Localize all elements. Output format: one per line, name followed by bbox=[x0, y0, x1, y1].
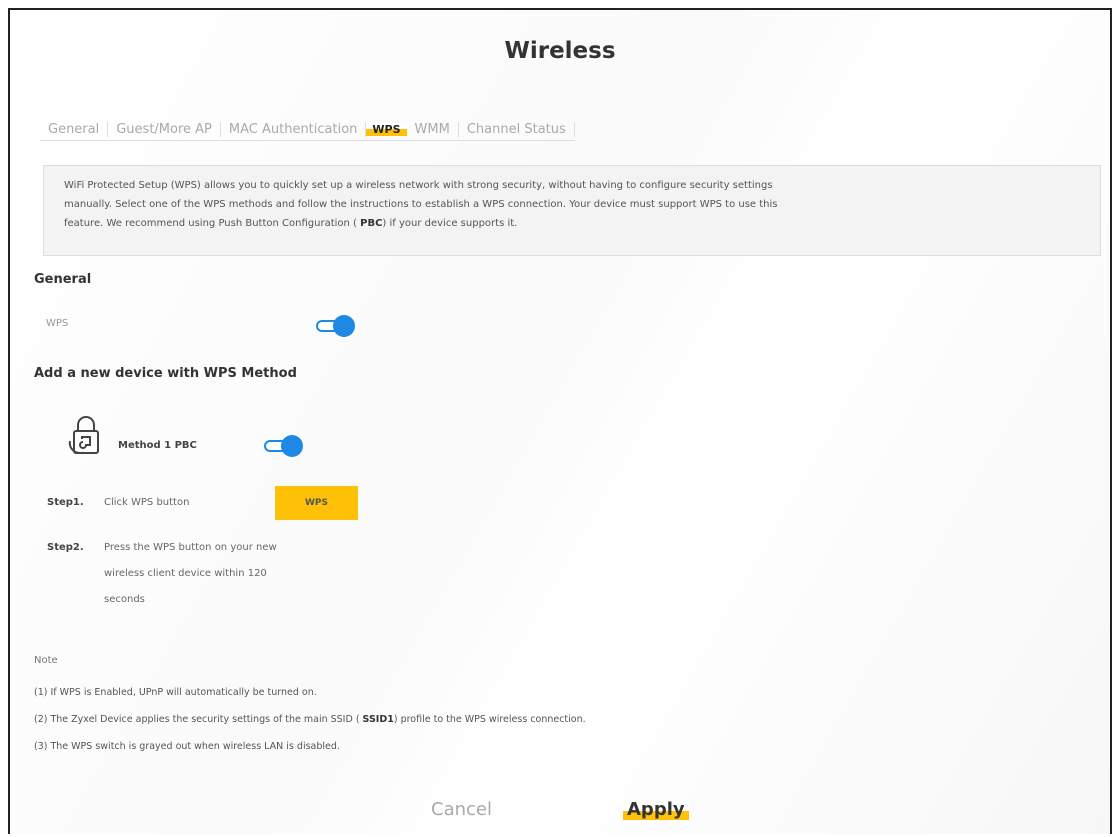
method-1-pbc-toggle[interactable] bbox=[264, 435, 304, 457]
method-1-pbc-label: Method 1 PBC bbox=[118, 440, 197, 451]
tab-general[interactable]: General bbox=[40, 122, 109, 137]
content-frame: Wireless General Guest/More AP MAC Authe… bbox=[8, 8, 1112, 834]
note-line-3: (3) The WPS switch is grayed out when wi… bbox=[34, 741, 340, 752]
general-heading: General bbox=[34, 272, 92, 287]
step2-text: Press the WPS button on your new wireles… bbox=[104, 542, 277, 605]
tab-mac-authentication[interactable]: MAC Authentication bbox=[221, 122, 367, 137]
tab-wmm[interactable]: WMM bbox=[407, 122, 459, 137]
tab-bar: General Guest/More AP MAC Authentication… bbox=[40, 122, 575, 141]
note-line-1: (1) If WPS is Enabled, UPnP will automat… bbox=[34, 687, 317, 698]
info-line: WiFi Protected Setup (WPS) allows you to… bbox=[64, 180, 773, 191]
wps-lock-icon bbox=[68, 416, 99, 455]
wps-label: WPS bbox=[46, 318, 69, 329]
info-line: manually. Select one of the WPS methods … bbox=[64, 199, 778, 210]
page-title: Wireless bbox=[504, 38, 616, 64]
info-line: feature. We recommend using Push Button … bbox=[64, 218, 518, 229]
add-device-heading: Add a new device with WPS Method bbox=[34, 366, 297, 381]
note-line-2: (2) The Zyxel Device applies the securit… bbox=[34, 714, 586, 725]
wps-info-box: WiFi Protected Setup (WPS) allows you to… bbox=[43, 165, 1101, 256]
tab-wps[interactable]: WPS bbox=[366, 123, 407, 136]
tab-guest-more-ap[interactable]: Guest/More AP bbox=[108, 122, 221, 137]
note-title: Note bbox=[34, 655, 58, 666]
step2-title: Step2. bbox=[47, 542, 84, 553]
step1-title: Step1. bbox=[47, 497, 84, 508]
cancel-button[interactable]: Cancel bbox=[431, 799, 492, 820]
tab-channel-status[interactable]: Channel Status bbox=[459, 122, 575, 137]
wps-toggle[interactable] bbox=[316, 315, 356, 337]
apply-button[interactable]: Apply bbox=[623, 799, 689, 820]
step1-text: Click WPS button bbox=[104, 497, 190, 508]
wps-push-button[interactable]: WPS bbox=[275, 486, 358, 520]
